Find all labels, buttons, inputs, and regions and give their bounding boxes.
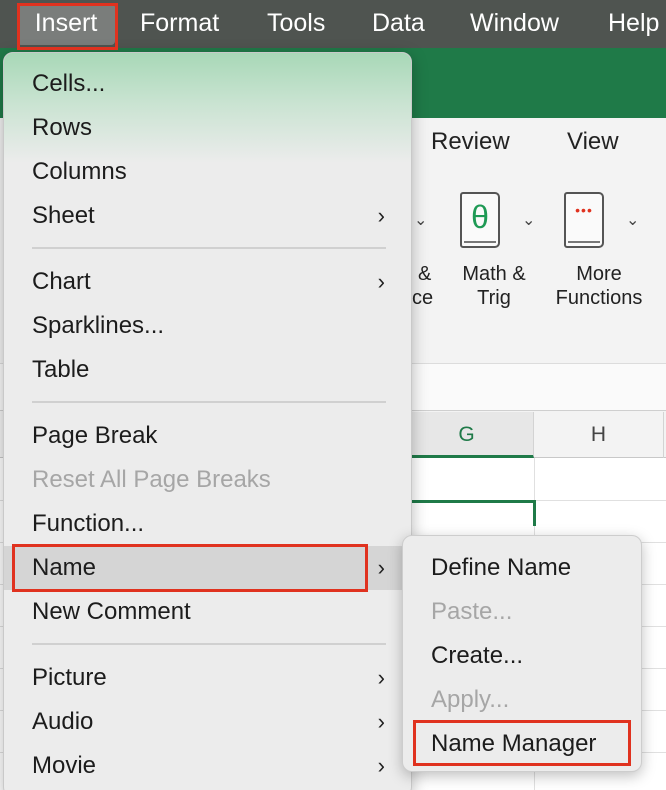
- chevron-right-icon: ›: [377, 555, 385, 580]
- chevron-down-icon[interactable]: ⌄: [626, 210, 639, 230]
- menu-item-columns[interactable]: Columns: [4, 150, 411, 194]
- chevron-right-icon: ›: [377, 203, 385, 228]
- submenu-item-apply: Apply...: [431, 686, 510, 713]
- more-functions-button[interactable]: More Functions: [546, 262, 652, 310]
- menu-insert[interactable]: Insert: [17, 3, 115, 45]
- submenu-item-define-name[interactable]: Define Name: [403, 546, 641, 590]
- chevron-right-icon: ›: [377, 665, 385, 690]
- app-menu-bar: Insert Format Tools Data Window Help: [0, 0, 666, 48]
- menu-item-movie[interactable]: Movie ›: [4, 744, 411, 788]
- column-header-g[interactable]: G: [400, 412, 534, 458]
- tab-view[interactable]: View: [567, 128, 619, 156]
- menu-data[interactable]: Data: [372, 0, 425, 48]
- chevron-right-icon: ›: [377, 269, 385, 294]
- menu-item-rows[interactable]: Rows: [4, 106, 411, 150]
- menu-separator: [32, 247, 386, 249]
- menu-item-reset-all-page-breaks: Reset All Page Breaks: [32, 466, 271, 493]
- menu-window[interactable]: Window: [470, 0, 559, 48]
- menu-item-sparklines[interactable]: Sparklines...: [4, 304, 411, 348]
- insert-menu: Cells... Rows Columns Sheet › Chart › Spar…: [3, 52, 412, 790]
- name-submenu: Define Name Paste... Create... Apply... …: [402, 535, 642, 772]
- more-functions-icon[interactable]: •••: [564, 192, 604, 248]
- selected-cell-border: [400, 500, 536, 503]
- menu-format[interactable]: Format: [140, 0, 219, 48]
- menu-item-chart[interactable]: Chart ›: [4, 260, 411, 304]
- tab-review[interactable]: Review: [431, 128, 510, 156]
- menu-tools[interactable]: Tools: [267, 0, 325, 48]
- menu-item-audio[interactable]: Audio ›: [4, 700, 411, 744]
- math-trig-icon[interactable]: θ: [460, 192, 500, 248]
- chevron-right-icon: ›: [377, 709, 385, 734]
- menu-item-function[interactable]: Function...: [4, 502, 411, 546]
- column-header-h[interactable]: H: [534, 412, 664, 458]
- math-trig-button[interactable]: Math & Trig: [452, 262, 536, 310]
- menu-item-table[interactable]: Table: [4, 348, 411, 392]
- menu-item-picture[interactable]: Picture ›: [4, 656, 411, 700]
- menu-item-name[interactable]: Name ›: [4, 546, 411, 590]
- menu-item-page-break[interactable]: Page Break: [4, 414, 411, 458]
- menu-help[interactable]: Help: [608, 0, 659, 48]
- chevron-right-icon: ›: [377, 753, 385, 778]
- submenu-item-paste: Paste...: [431, 598, 513, 625]
- chevron-down-icon[interactable]: ⌄: [414, 210, 427, 230]
- selected-cell-border: [533, 500, 536, 526]
- submenu-item-name-manager[interactable]: Name Manager: [403, 722, 641, 766]
- menu-item-sheet[interactable]: Sheet ›: [4, 194, 411, 238]
- menu-item-cells[interactable]: Cells...: [4, 62, 411, 106]
- chevron-down-icon[interactable]: ⌄: [522, 210, 535, 230]
- menu-separator: [32, 401, 386, 403]
- menu-separator: [32, 643, 386, 645]
- menu-item-new-comment[interactable]: New Comment: [4, 590, 411, 634]
- partial-function-label: & ce: [412, 263, 434, 309]
- submenu-item-create[interactable]: Create...: [403, 634, 641, 678]
